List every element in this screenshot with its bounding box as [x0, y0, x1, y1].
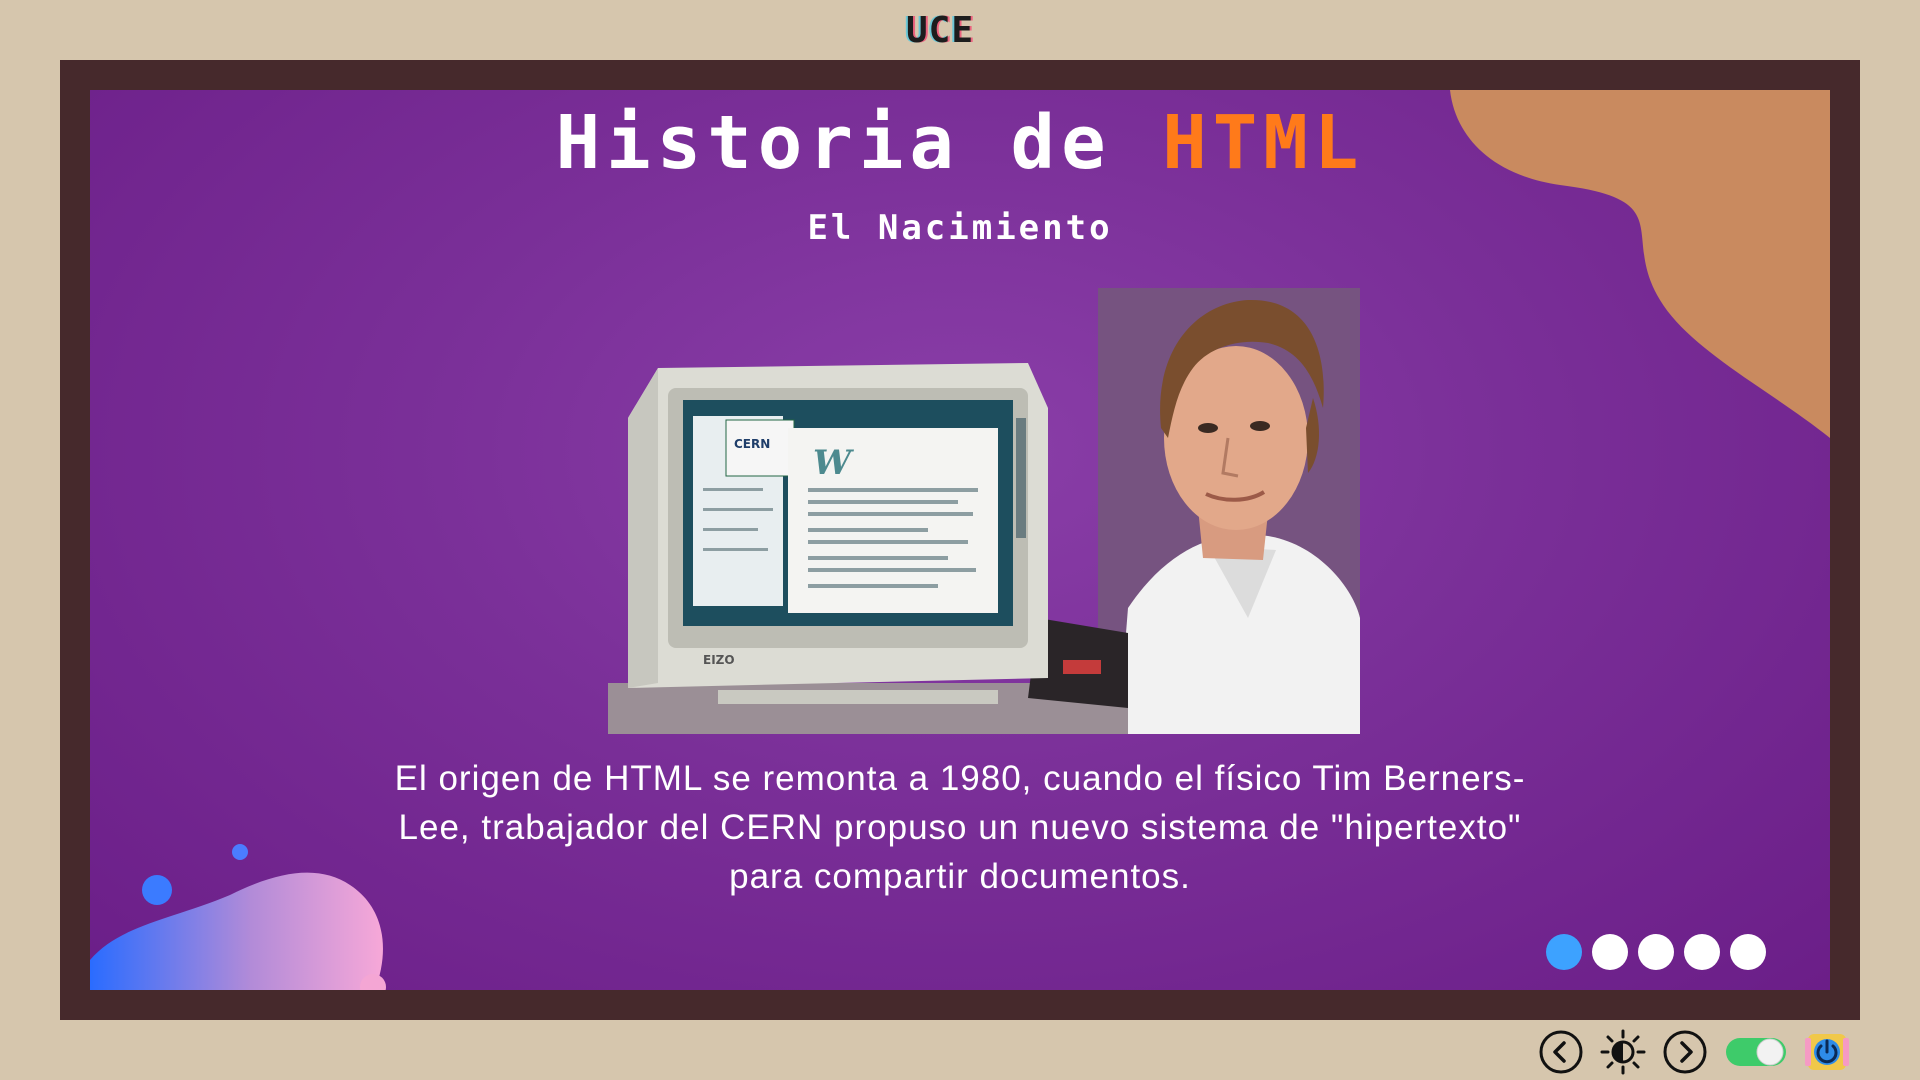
slide-title: Historia de HTML	[90, 100, 1830, 186]
page-dot-2[interactable]	[1592, 934, 1628, 970]
chevron-right-icon	[1663, 1030, 1707, 1074]
presentation-controls	[1538, 1028, 1850, 1076]
toggle-switch-icon	[1726, 1038, 1786, 1066]
brand-logo: UCE	[905, 10, 975, 51]
page-dot-5[interactable]	[1730, 934, 1766, 970]
body-line: El origen de HTML se remonta a 1980, cua…	[394, 759, 1526, 798]
slide-frame: Historia de HTML El Nacimiento CERN W EI…	[60, 60, 1860, 1020]
monitor-brand-text: EIZO	[703, 653, 735, 667]
slide-body-text: El origen de HTML se remonta a 1980, cua…	[300, 754, 1620, 901]
slide-subtitle: El Nacimiento	[807, 208, 1113, 248]
page-dot-3[interactable]	[1638, 934, 1674, 970]
cern-logo-text: CERN	[734, 437, 770, 451]
body-line: Lee, trabajador del CERN propuso un nuev…	[398, 808, 1522, 847]
page-dot-1[interactable]	[1546, 934, 1582, 970]
power-icon	[1805, 1034, 1849, 1070]
title-accent: HTML	[1162, 100, 1365, 186]
slide: Historia de HTML El Nacimiento CERN W EI…	[90, 90, 1830, 990]
page-dot-4[interactable]	[1684, 934, 1720, 970]
body-line: para compartir documentos.	[729, 857, 1191, 896]
title-main: Historia de	[555, 100, 1112, 186]
brightness-button[interactable]	[1600, 1029, 1646, 1075]
theme-toggle-switch[interactable]	[1724, 1034, 1788, 1070]
power-button[interactable]	[1804, 1028, 1850, 1076]
chevron-left-icon	[1539, 1030, 1583, 1074]
svg-text:W: W	[813, 443, 854, 483]
tim-berners-lee-photo: CERN W EIZO	[608, 288, 1360, 734]
previous-slide-button[interactable]	[1538, 1029, 1584, 1075]
next-slide-button[interactable]	[1662, 1029, 1708, 1075]
brightness-icon	[1600, 1029, 1646, 1075]
pagination-dots	[1546, 934, 1766, 970]
